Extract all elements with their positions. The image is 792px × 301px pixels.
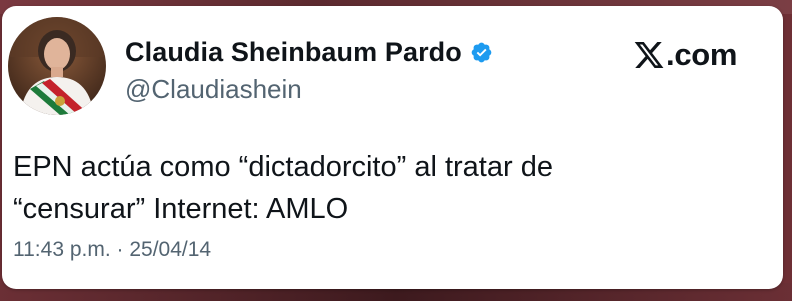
tweet-card: Claudia Sheinbaum Pardo @Claudiashein .c… (2, 6, 783, 289)
tweet-text-line: EPN actúa como “dictadorcito” al tratar … (13, 151, 553, 183)
verified-badge-icon (471, 42, 492, 62)
x-brand-domain: .com (666, 37, 738, 72)
x-brand: .com (633, 34, 737, 76)
author-handle[interactable]: @Claudiashein (125, 74, 302, 105)
x-brand-domain-text: com (674, 37, 738, 72)
tweet-timestamp[interactable]: 11:43 p.m. · 25/04/14 (13, 238, 211, 262)
tweet-text-line: “censurar” Internet: AMLO (13, 193, 349, 225)
avatar[interactable] (8, 17, 106, 115)
avatar-photo-icon (8, 17, 106, 115)
author-name-row: Claudia Sheinbaum Pardo (125, 34, 493, 70)
author-display-name[interactable]: Claudia Sheinbaum Pardo (125, 37, 462, 68)
tweet-text: EPN actúa como “dictadorcito” al tratar … (13, 146, 713, 230)
x-logo-icon (634, 42, 664, 68)
